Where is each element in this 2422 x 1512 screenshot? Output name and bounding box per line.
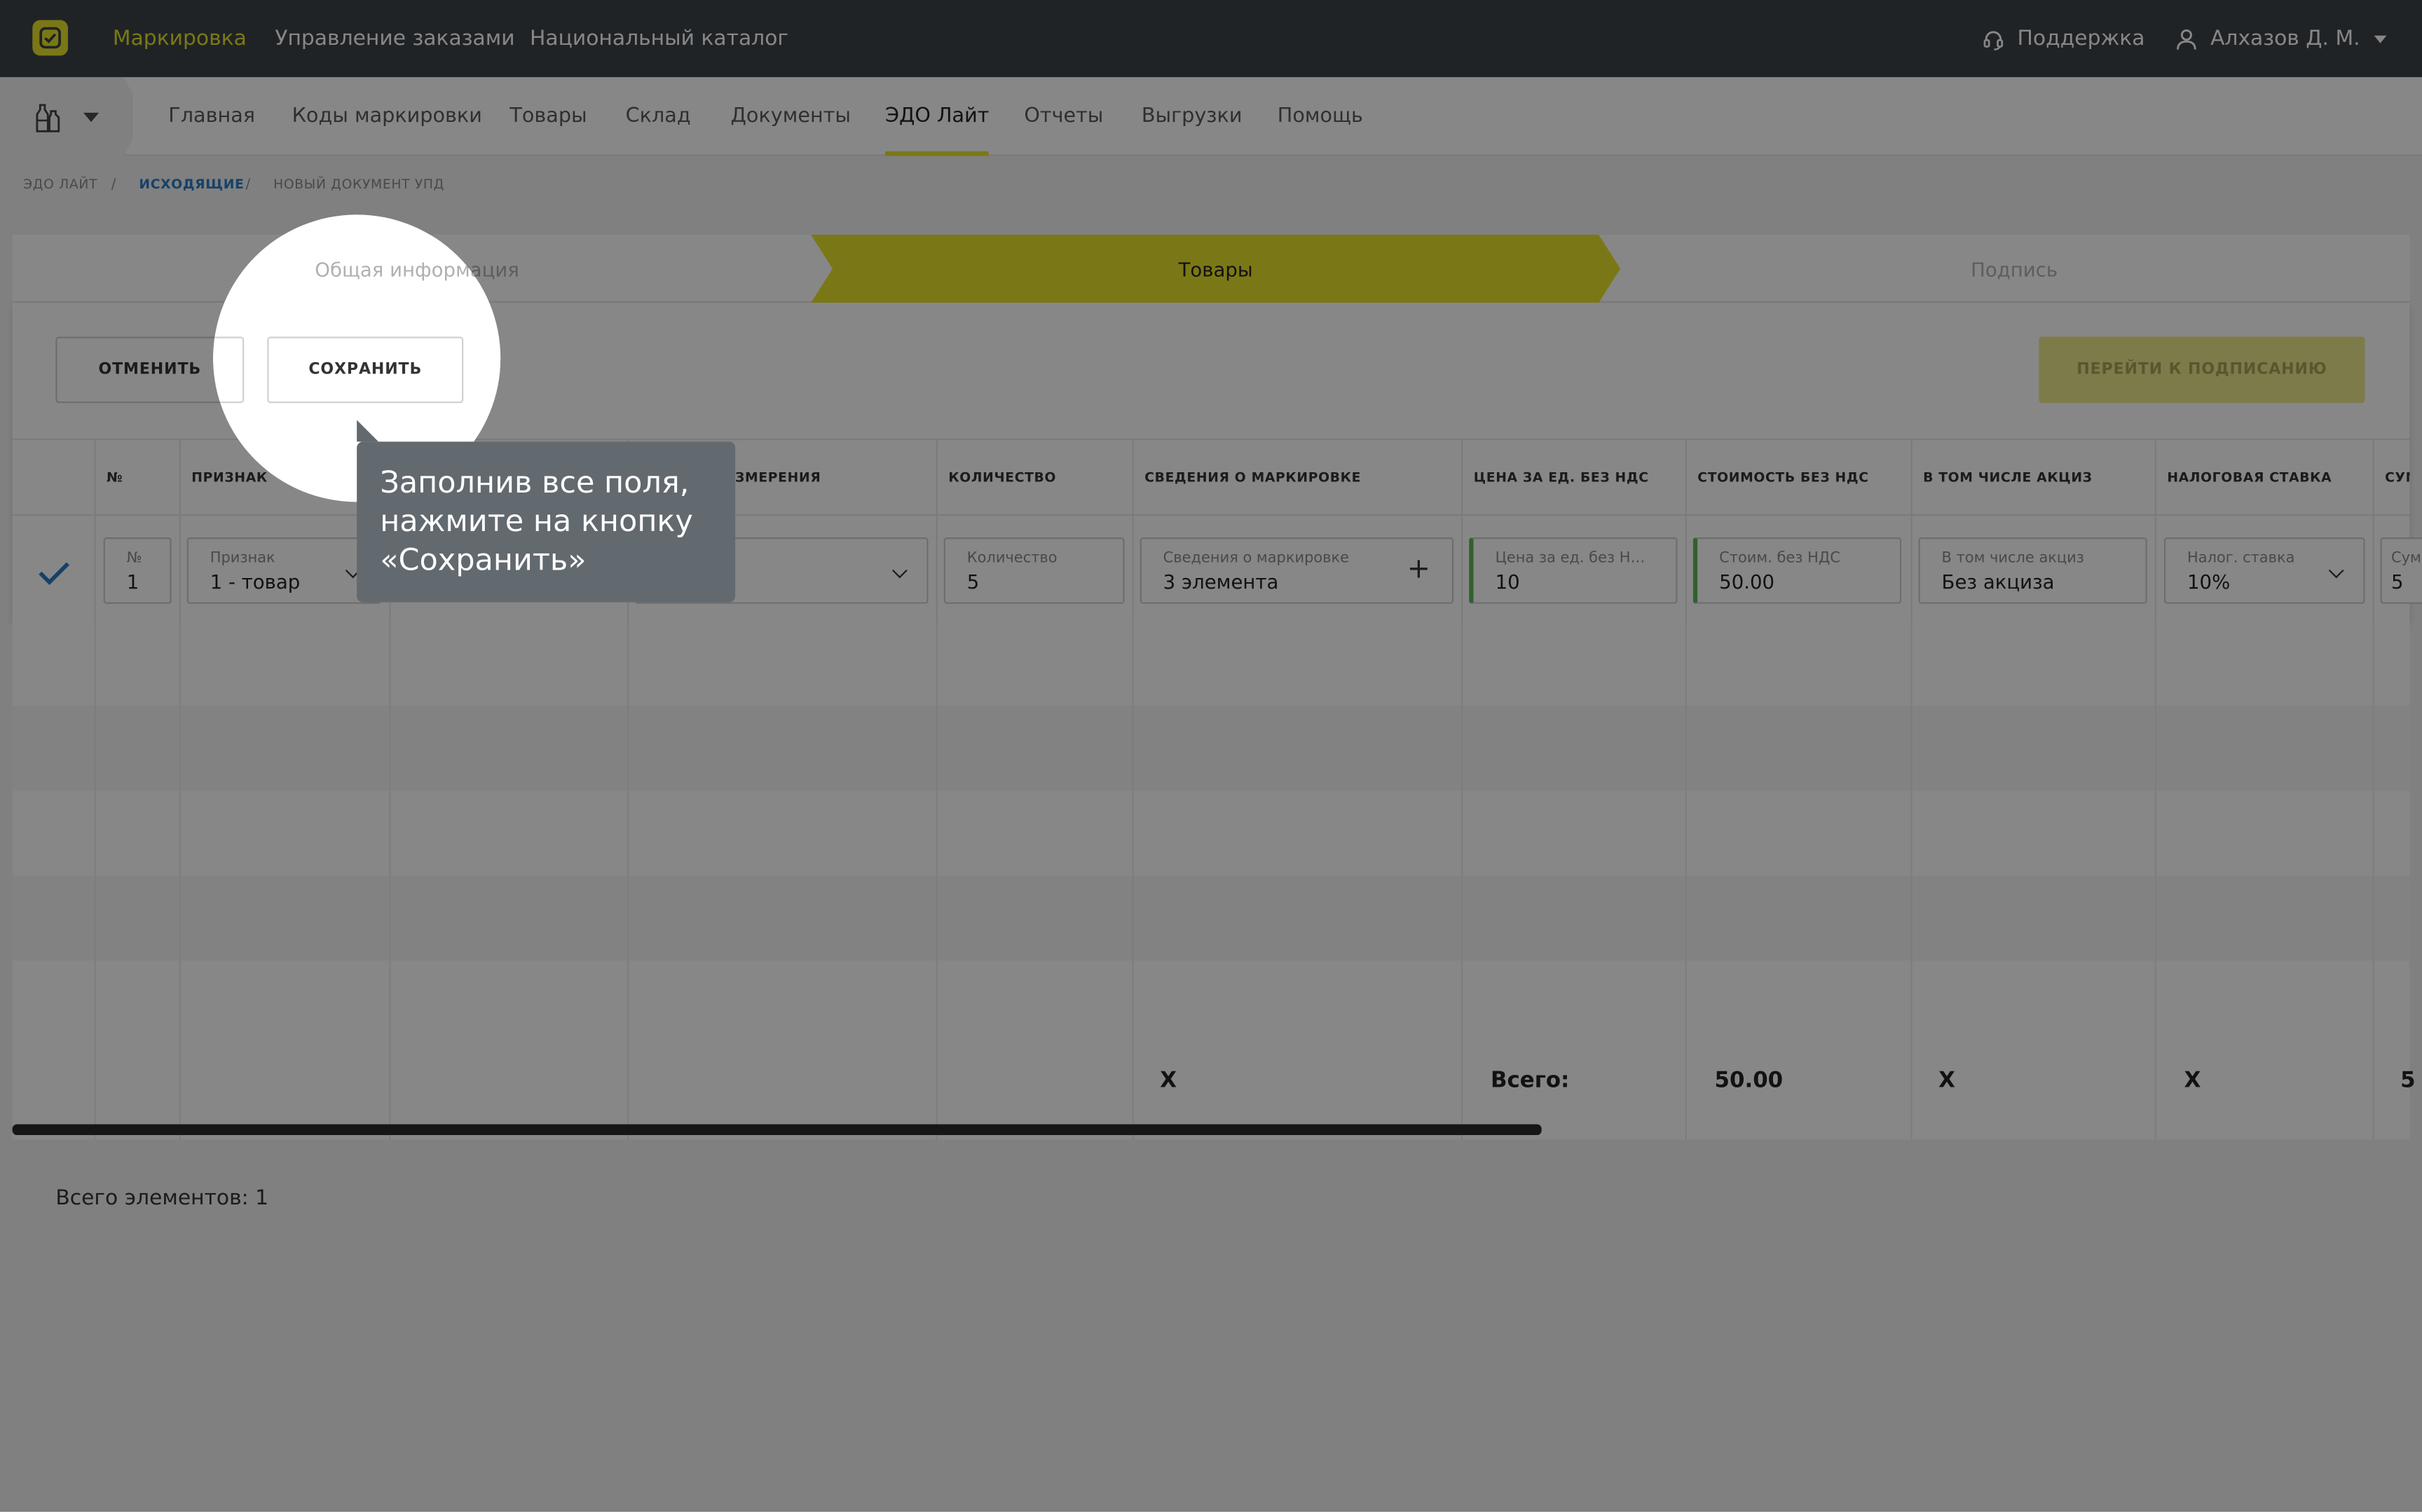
save-button[interactable]: СОХРАНИТЬ [267,336,464,404]
spotlight-card: ОТМЕНИТЬ СОХРАНИТЬ [213,303,501,404]
tour-tooltip: Заполнив все поля, нажмите на кнопку «Со… [357,441,736,603]
cancel-button[interactable]: ОТМЕНИТЬ [213,336,245,404]
tooltip-pointer [357,420,379,442]
app-stage: Маркировка Управление заказами Националь… [0,0,2422,1512]
step-general-info: Общая информация [315,256,501,281]
spotlight-stepper: Общая информация [213,235,501,303]
